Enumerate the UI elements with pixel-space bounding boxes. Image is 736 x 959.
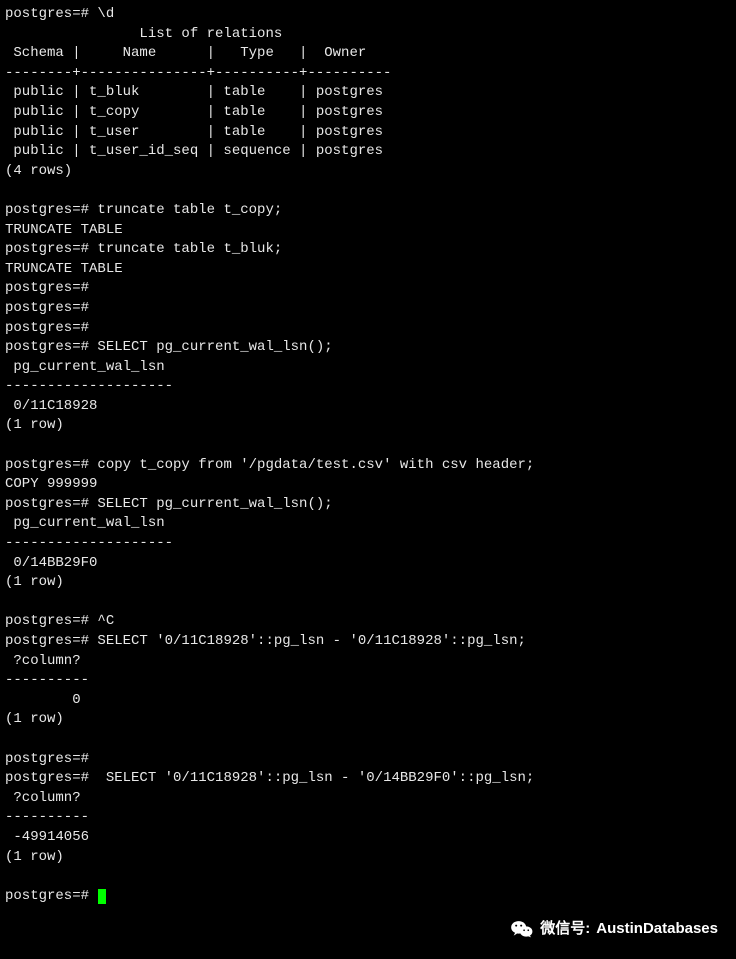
table-row: public | t_copy | table | postgres — [5, 104, 383, 120]
response: COPY 999999 — [5, 476, 97, 492]
prompt: postgres=# — [5, 300, 89, 316]
result-column: pg_current_wal_lsn — [5, 515, 173, 531]
table-row: public | t_bluk | table | postgres — [5, 84, 383, 100]
response: TRUNCATE TABLE — [5, 222, 123, 238]
prompt: postgres=# — [5, 320, 89, 336]
cmd-text: SELECT pg_current_wal_lsn(); — [97, 339, 332, 355]
row-count: (1 row) — [5, 711, 64, 727]
prompt: postgres=# — [5, 241, 89, 257]
prompt: postgres=# — [5, 202, 89, 218]
row-count: (1 row) — [5, 849, 64, 865]
response: TRUNCATE TABLE — [5, 261, 123, 277]
prompt: postgres=# — [5, 280, 89, 296]
table-row: public | t_user_id_seq | sequence | post… — [5, 143, 383, 159]
result-value: 0/11C18928 — [5, 398, 97, 414]
row-count: (1 row) — [5, 417, 64, 433]
watermark-name: AustinDatabases — [596, 918, 718, 939]
table-header: List of relations — [5, 26, 282, 42]
table-separator: --------+---------------+----------+----… — [5, 65, 391, 81]
table-row: public | t_user | table | postgres — [5, 124, 383, 140]
cmd-text: SELECT '0/11C18928'::pg_lsn - '0/11C1892… — [97, 633, 525, 649]
watermark-label: 微信号: — [540, 918, 590, 939]
ctrl-c: ^C — [97, 613, 114, 629]
prompt: postgres=# — [5, 613, 89, 629]
row-count: (4 rows) — [5, 163, 72, 179]
prompt: postgres=# — [5, 633, 89, 649]
watermark: 微信号: AustinDatabases — [510, 918, 718, 939]
cursor-icon — [98, 889, 106, 904]
wechat-icon — [510, 919, 534, 939]
result-separator: ---------- — [5, 672, 89, 688]
terminal-output[interactable]: postgres=# \d List of relations Schema |… — [5, 5, 731, 906]
prompt: postgres=# — [5, 888, 89, 904]
cmd-text: copy t_copy from '/pgdata/test.csv' with… — [97, 457, 534, 473]
result-value: -49914056 — [5, 829, 89, 845]
cmd-text: SELECT pg_current_wal_lsn(); — [97, 496, 332, 512]
cmd-text: truncate table t_copy; — [97, 202, 282, 218]
table-columns: Schema | Name | Type | Owner — [5, 45, 391, 61]
result-separator: ---------- — [5, 809, 89, 825]
prompt: postgres=# — [5, 6, 89, 22]
cmd-text: SELECT '0/11C18928'::pg_lsn - '0/14BB29F… — [97, 770, 534, 786]
cmd-text: \d — [97, 6, 114, 22]
row-count: (1 row) — [5, 574, 64, 590]
prompt: postgres=# — [5, 457, 89, 473]
result-column: pg_current_wal_lsn — [5, 359, 173, 375]
result-column: ?column? — [5, 653, 89, 669]
result-value: 0/14BB29F0 — [5, 555, 97, 571]
result-column: ?column? — [5, 790, 89, 806]
prompt: postgres=# — [5, 496, 89, 512]
cmd-text: truncate table t_bluk; — [97, 241, 282, 257]
result-separator: -------------------- — [5, 378, 173, 394]
prompt: postgres=# — [5, 770, 89, 786]
prompt: postgres=# — [5, 339, 89, 355]
result-value: 0 — [5, 692, 81, 708]
result-separator: -------------------- — [5, 535, 173, 551]
prompt: postgres=# — [5, 751, 89, 767]
